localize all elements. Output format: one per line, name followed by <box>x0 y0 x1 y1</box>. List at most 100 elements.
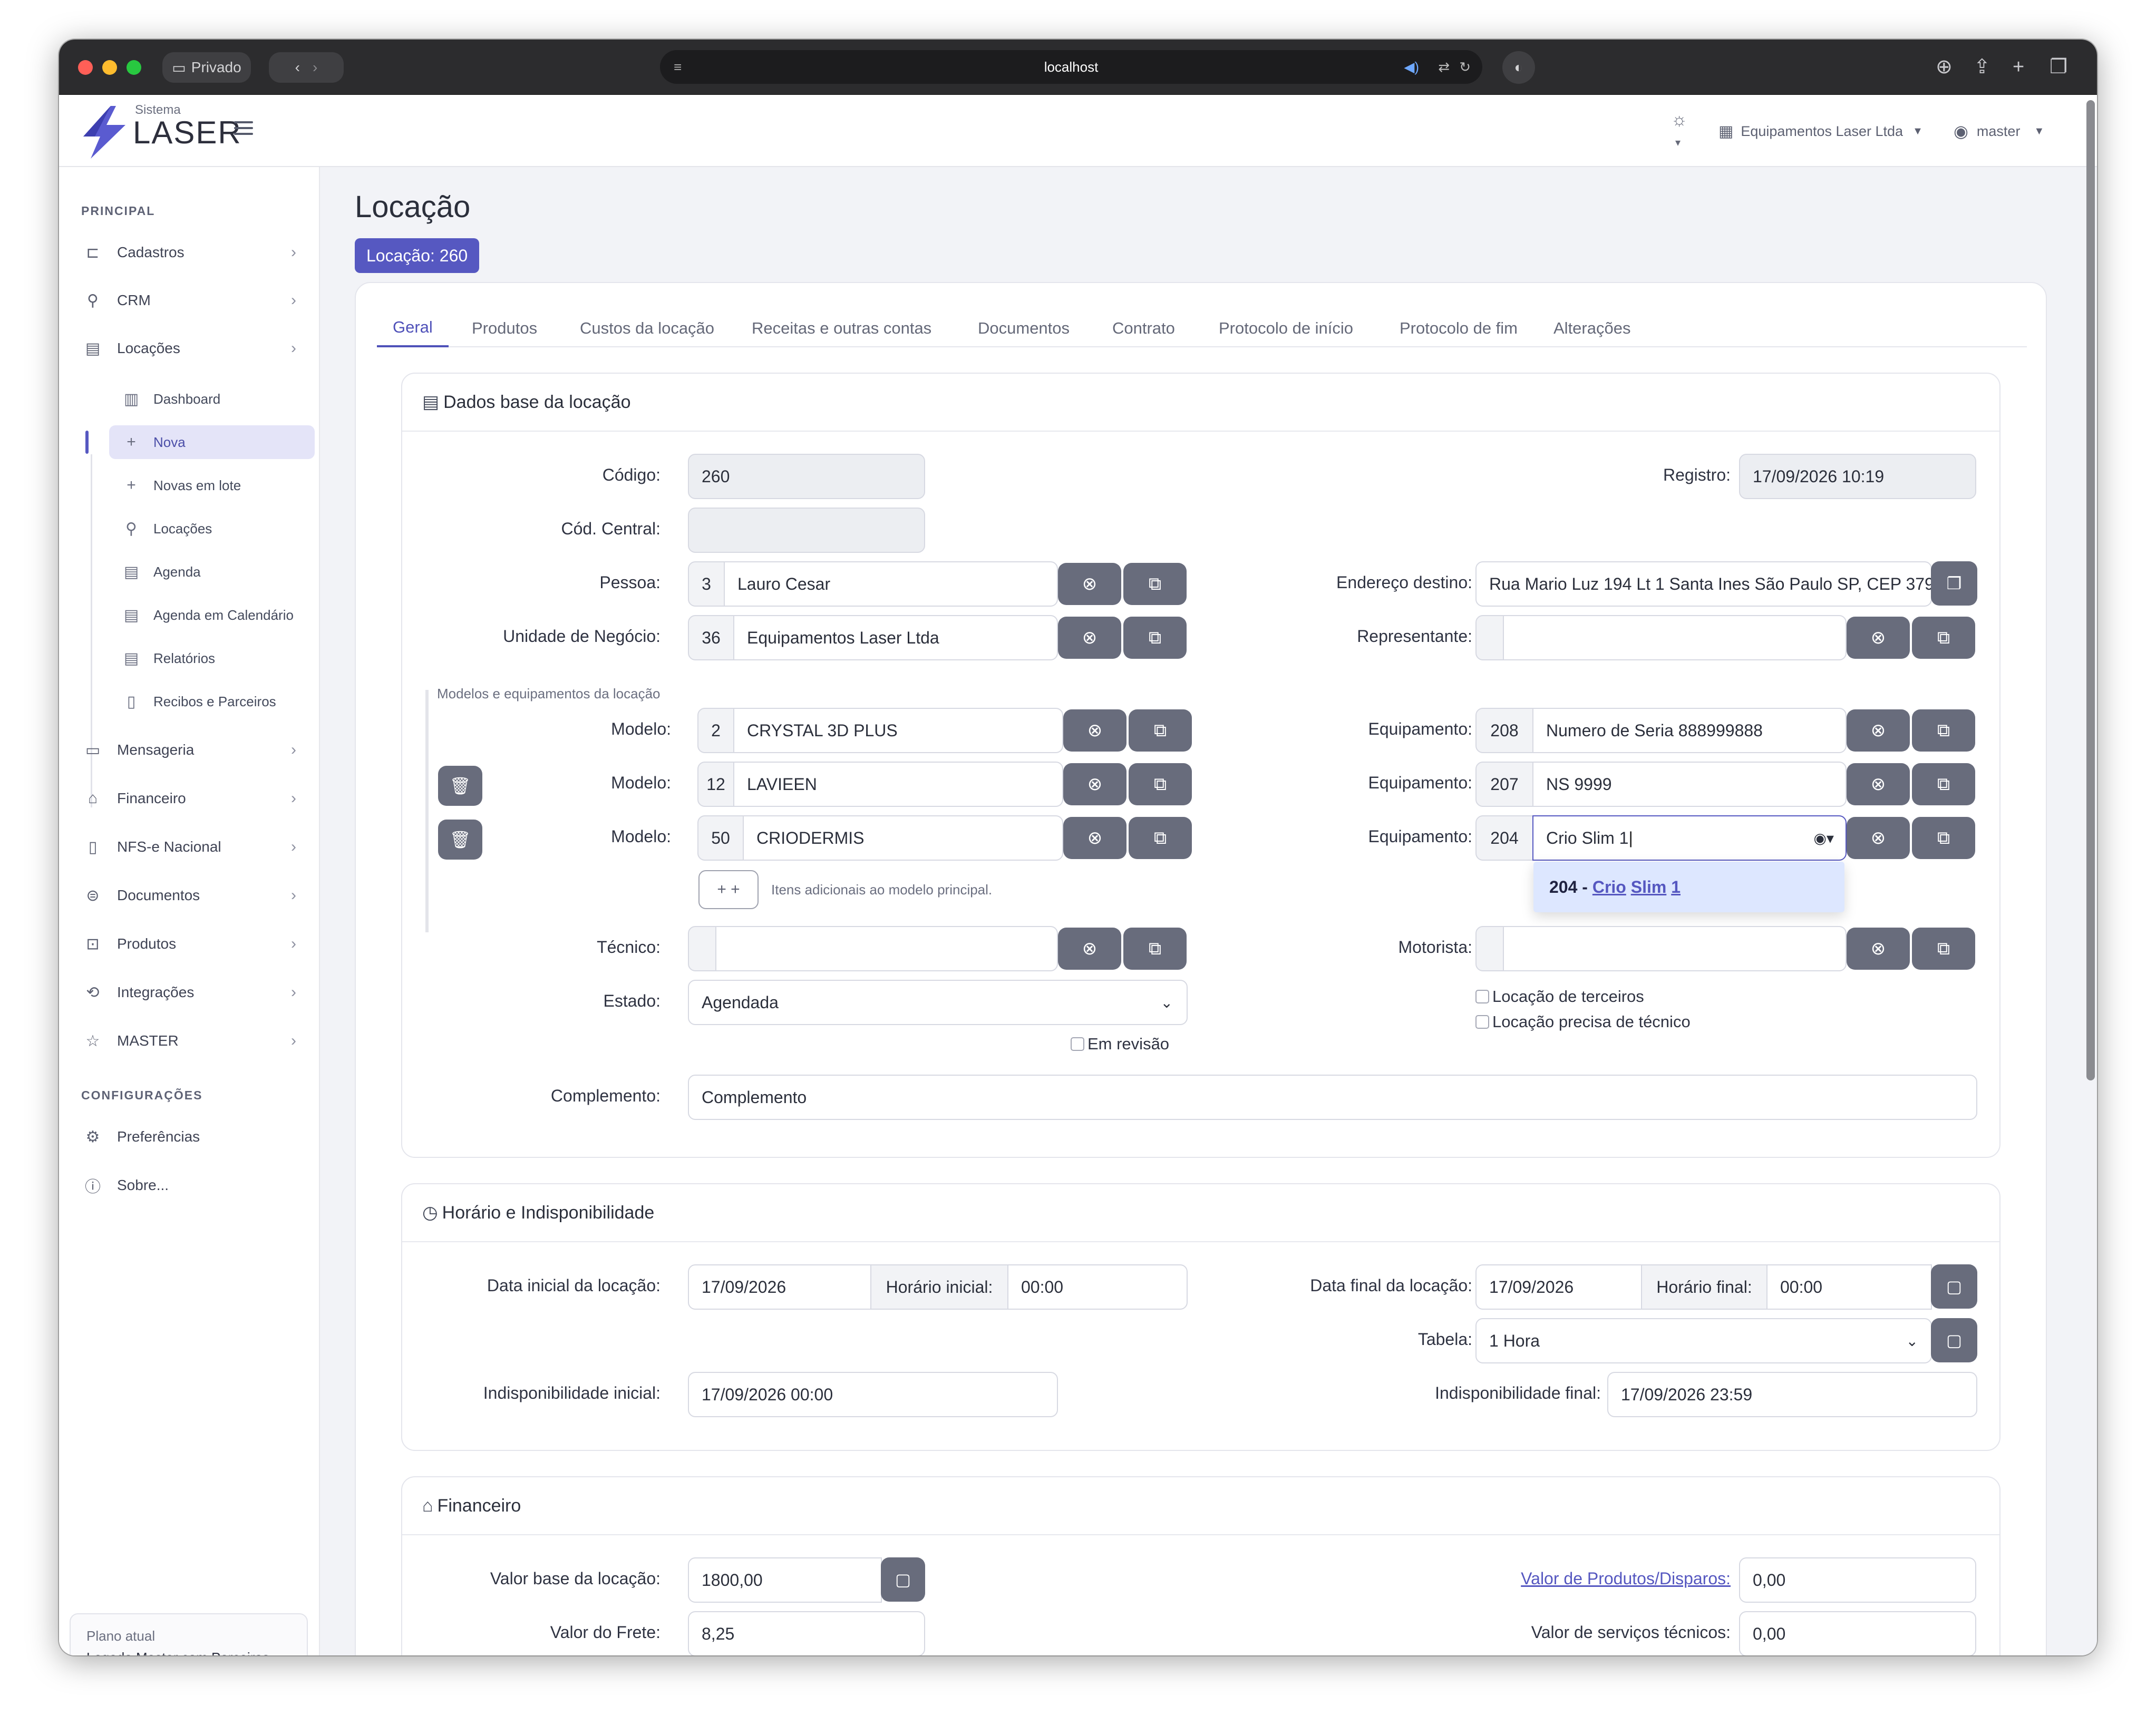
sidebar-section-config: CONFIGURAÇÕES <box>81 1088 203 1102</box>
company-selector[interactable]: ▦ Equipamentos Laser Ltda ▼ <box>1718 118 1923 144</box>
servicos-field[interactable]: 0,00 <box>1739 1611 1976 1655</box>
open-representante-button[interactable]: ⧉ <box>1912 617 1975 659</box>
equipamento-id[interactable]: 208 <box>1475 708 1533 753</box>
codigo-field[interactable]: 260 <box>688 454 925 499</box>
registro-field[interactable]: 17/09/2026 10:19 <box>1739 454 1976 499</box>
endereco-field[interactable]: Rua Mario Luz 194 Lt 1 Santa Ines São Pa… <box>1475 561 1932 607</box>
eye-dropdown-icon[interactable]: ◉▾ <box>1814 830 1834 847</box>
sidebar-item-financeiro[interactable]: ⌂ Financeiro › <box>83 783 305 814</box>
tabs-overview-icon[interactable]: ❐ <box>2050 55 2067 79</box>
modelos-group-label: Modelos e equipamentos da locação <box>437 686 661 701</box>
tabela-label: Tabela: <box>1417 1330 1472 1349</box>
page-menu-icon[interactable]: ≡ <box>674 59 682 75</box>
user-menu[interactable]: ◉ master ▼ <box>1954 118 2044 144</box>
equipamento-search-field[interactable]: Crio Slim 1 | ◉▾ <box>1532 815 1847 861</box>
tab-receitas[interactable]: Receitas e outras contas <box>752 309 931 347</box>
representante-id[interactable] <box>1475 615 1504 660</box>
download-icon[interactable]: ⊕ <box>1936 55 1953 79</box>
complemento-field[interactable]: Complemento <box>688 1075 1977 1120</box>
sidebar-subitem-nova[interactable]: + Nova <box>109 425 315 459</box>
tab-contrato[interactable]: Contrato <box>1112 309 1175 347</box>
new-tab-icon[interactable]: + <box>2013 55 2024 79</box>
equipamento-id[interactable]: 207 <box>1475 762 1533 807</box>
clipboard-final-button[interactable]: ▢ <box>1931 1264 1977 1309</box>
tab-alteracoes[interactable]: Alterações <box>1553 309 1630 347</box>
chk-precisa-tecnico[interactable]: Locação precisa de técnico <box>1475 1012 1691 1031</box>
tab-produtos[interactable]: Produtos <box>472 309 537 347</box>
sidebar-subitem-recibos[interactable]: ▯ Recibos e Parceiros <box>109 685 315 718</box>
sidebar-toggle-icon: ▭ <box>172 59 186 76</box>
sidebar-item-produtos[interactable]: ⊡ Produtos › <box>83 928 305 960</box>
sidebar-item-integracoes[interactable]: ⟲ Integrações › <box>83 977 305 1008</box>
sidebar-item-preferencias[interactable]: ⚙ Preferências <box>83 1121 305 1153</box>
chevron-right-icon: › <box>291 935 296 952</box>
sidebar-item-mensageria[interactable]: ▭ Mensageria › <box>83 734 305 766</box>
valor-produtos-field[interactable]: 0,00 <box>1739 1557 1976 1603</box>
clipboard-tabela-button[interactable]: ▢ <box>1931 1318 1977 1362</box>
share-icon[interactable]: ⇪ <box>1974 55 1990 79</box>
sidebar-subitem-novas-em-lote[interactable]: + Novas em lote <box>109 469 315 502</box>
data-final-field[interactable]: 17/09/2026 <box>1475 1264 1642 1310</box>
shield-icon[interactable]: ◐ <box>1502 51 1535 84</box>
audio-icon[interactable]: ◀) <box>1404 59 1419 75</box>
tab-protocolo-fim[interactable]: Protocolo de fim <box>1400 309 1518 347</box>
sidebar-subitem-relatorios[interactable]: ▤ Relatórios <box>109 641 315 675</box>
open-motorista-button[interactable]: ⧉ <box>1912 928 1975 970</box>
open-equipamento-button[interactable]: ⧉ <box>1912 817 1975 859</box>
tab-protocolo-inicio[interactable]: Protocolo de início <box>1219 309 1353 347</box>
back-forward-buttons[interactable]: ‹ › <box>269 52 344 83</box>
equipamento-field[interactable]: Numero de Seria 888999888 <box>1532 708 1847 753</box>
indisp-final-field[interactable]: 17/09/2026 23:59 <box>1607 1372 1977 1417</box>
representante-label: Representante: <box>1357 627 1472 646</box>
clear-equipamento-button[interactable]: ⊗ <box>1847 763 1910 805</box>
valor-produtos-link[interactable]: Valor de Produtos/Disparos: <box>402 1569 1731 1588</box>
sidebar-subitem-locacoes[interactable]: ⚲ Locações <box>109 512 315 545</box>
tabela-select[interactable]: 1 Hora ⌄ <box>1475 1318 1932 1363</box>
tab-custos[interactable]: Custos da locação <box>580 309 714 347</box>
private-indicator[interactable]: ▭ Privado <box>162 52 251 83</box>
cod-central-field[interactable] <box>688 508 925 553</box>
sidebar-item-master[interactable]: ☆ MASTER › <box>83 1025 305 1057</box>
sidebar-item-documentos[interactable]: ⊜ Documentos › <box>83 880 305 911</box>
back-icon[interactable]: ‹ <box>295 59 300 76</box>
clear-equipamento-button[interactable]: ⊗ <box>1847 709 1910 752</box>
tab-documentos[interactable]: Documentos <box>978 309 1070 347</box>
horario-final-field[interactable]: 00:00 <box>1766 1264 1932 1310</box>
sidebar-item-cadastros[interactable]: ⊏ Cadastros › <box>83 237 305 268</box>
add-item-button[interactable]: + + <box>698 870 759 909</box>
clear-equipamento-button[interactable]: ⊗ <box>1847 817 1910 859</box>
close-window-button[interactable] <box>78 60 93 75</box>
sidebar-item-sobre[interactable]: ⓘ Sobre... <box>83 1169 305 1201</box>
sidebar-item-nfse[interactable]: ▯ NFS-e Nacional › <box>83 831 305 863</box>
tab-geral[interactable]: Geral <box>377 309 449 347</box>
chk-em-revisao[interactable]: Em revisão <box>1071 1035 1169 1054</box>
chk-terceiros[interactable]: Locação de terceiros <box>1475 987 1644 1006</box>
reload-icon[interactable]: ↻ <box>1459 59 1471 75</box>
equipamento-id[interactable]: 204 <box>1475 815 1533 861</box>
sidebar-subitem-agenda-calendario[interactable]: ▤ Agenda em Calendário <box>109 598 315 632</box>
estado-select[interactable]: Agendada ⌄ <box>688 980 1188 1025</box>
sidebar-subitem-dashboard[interactable]: ▥ Dashboard <box>109 382 315 416</box>
sidebar-item-crm[interactable]: ⚲ CRM › <box>83 285 305 316</box>
open-equipamento-button[interactable]: ⧉ <box>1912 709 1975 752</box>
sidebar-subitem-agenda[interactable]: ▤ Agenda <box>109 555 315 589</box>
copy-address-button[interactable]: ❐ <box>1931 561 1977 606</box>
open-equipamento-button[interactable]: ⧉ <box>1912 763 1975 805</box>
equipamento-dropdown-option[interactable]: 204 - Crio Slim 1 <box>1533 862 1844 912</box>
equipamento-field[interactable]: NS 9999 <box>1532 762 1847 807</box>
zoom-window-button[interactable] <box>127 60 141 75</box>
minimize-window-button[interactable] <box>102 60 117 75</box>
app-logo[interactable]: Sistema LASER <box>79 103 242 161</box>
address-bar[interactable]: ≡ localhost ◀) ⇄ ↻ <box>660 50 1482 84</box>
theme-sun-icon[interactable]: ☼ ▾ <box>1671 110 1687 151</box>
page-scrollbar[interactable] <box>2086 100 2095 1080</box>
representante-field[interactable] <box>1503 615 1847 660</box>
sidebar-item-locacoes[interactable]: ▤ Locações › <box>83 333 305 364</box>
forward-icon[interactable]: › <box>313 59 317 76</box>
motorista-field[interactable] <box>1503 926 1847 971</box>
menu-toggle-icon[interactable] <box>234 121 253 135</box>
clear-motorista-button[interactable]: ⊗ <box>1847 928 1910 970</box>
motorista-id[interactable] <box>1475 926 1504 971</box>
translate-icon[interactable]: ⇄ <box>1438 59 1450 75</box>
clear-representante-button[interactable]: ⊗ <box>1847 617 1910 659</box>
